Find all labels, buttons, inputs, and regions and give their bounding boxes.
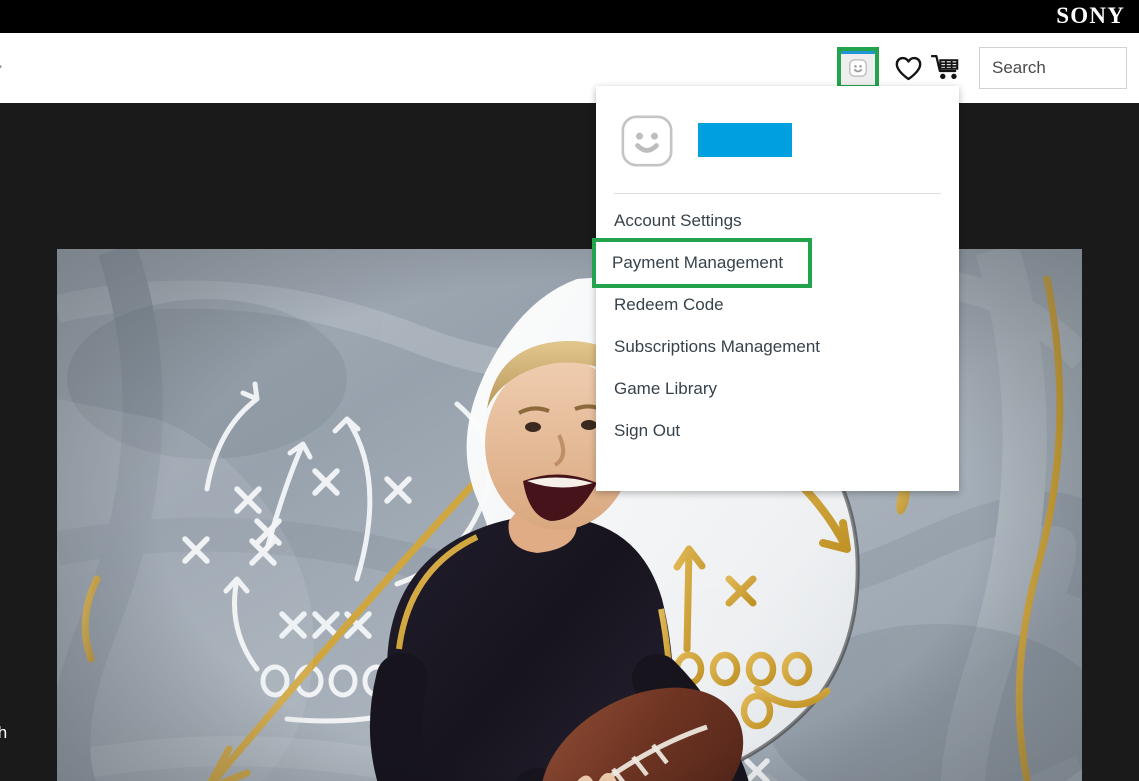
username-redaction [698, 123, 792, 157]
heart-icon [895, 56, 921, 80]
screenshot-root: SONY ort [0, 0, 1139, 781]
chevron-down-icon [0, 61, 2, 72]
search-box[interactable] [979, 47, 1139, 89]
menu-item-game-library[interactable]: Game Library [596, 368, 959, 410]
shopping-cart-icon [930, 54, 958, 80]
menu-item-sign-out[interactable]: Sign Out [596, 410, 959, 452]
account-dropdown-menu: Account Settings Payment Management Rede… [592, 86, 959, 491]
truncated-left-text: th [0, 723, 8, 742]
nav-item-support[interactable]: ort [0, 55, 2, 75]
wishlist-button[interactable] [889, 47, 927, 89]
avatar-menu-button[interactable] [837, 47, 879, 89]
avatar-face-placeholder-icon[interactable] [618, 112, 676, 170]
page-body: th [0, 103, 1139, 781]
account-menu-list: Account Settings Payment Management Rede… [592, 194, 959, 452]
avatar-active-indicator [841, 51, 875, 54]
cart-button[interactable] [927, 47, 965, 89]
site-nav-bar: ort [0, 33, 1139, 103]
account-profile-header [596, 86, 959, 193]
menu-item-account-settings[interactable]: Account Settings [596, 200, 959, 242]
menu-item-payment-management[interactable]: Payment Management [592, 238, 812, 288]
sony-brand-bar: SONY [0, 0, 1139, 33]
menu-item-subscriptions-management[interactable]: Subscriptions Management [596, 326, 959, 368]
menu-item-redeem-code[interactable]: Redeem Code [596, 284, 959, 326]
search-input[interactable] [992, 58, 1139, 78]
avatar-face-icon [849, 59, 867, 77]
sony-logo[interactable]: SONY [1056, 3, 1125, 29]
